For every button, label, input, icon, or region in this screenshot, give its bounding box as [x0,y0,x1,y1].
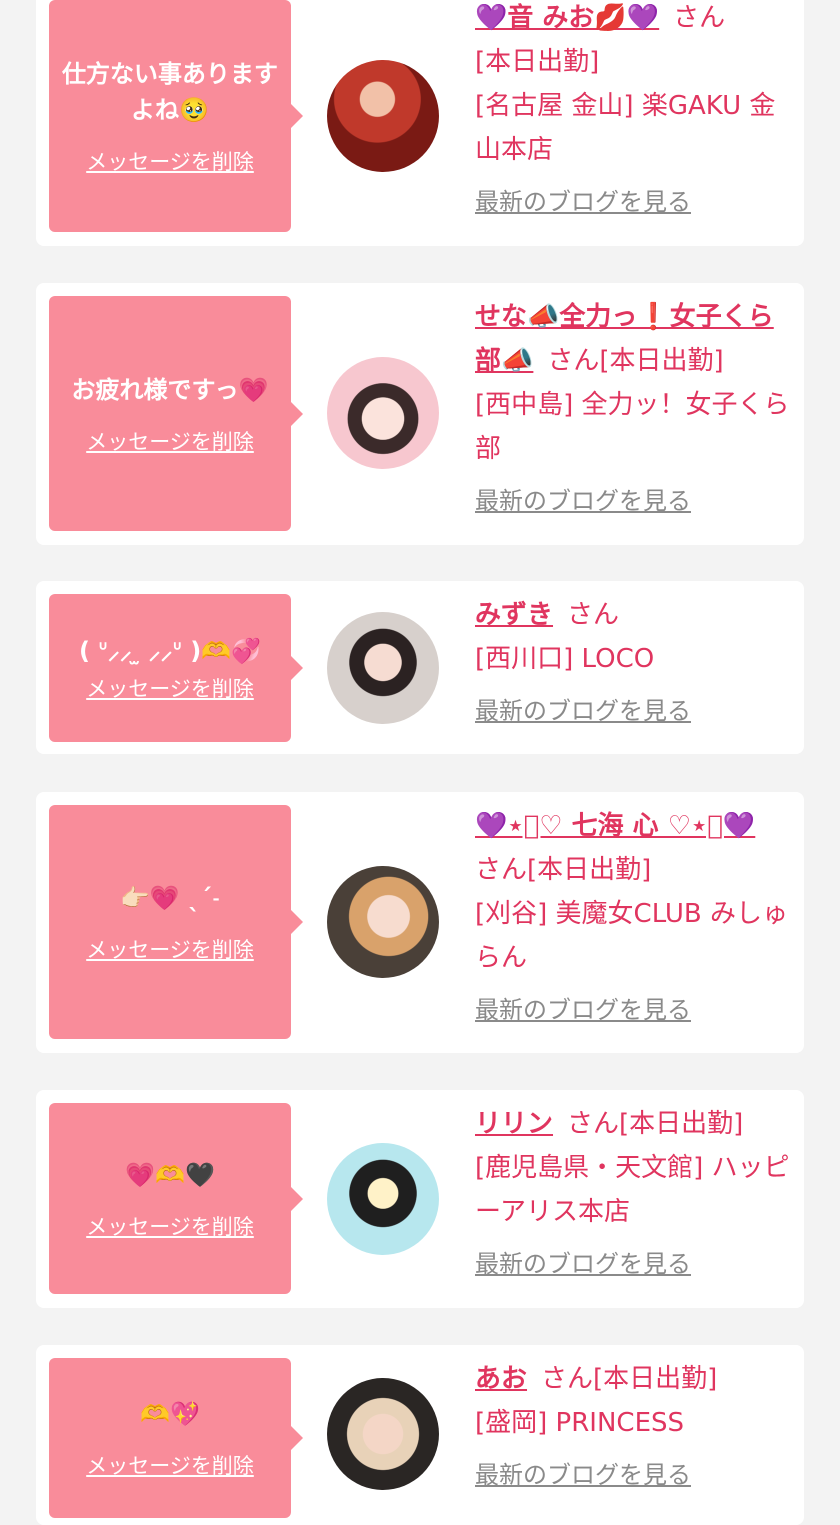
delete-message-link[interactable]: メッセージを削除 [86,1211,254,1241]
delete-message-link[interactable]: メッセージを削除 [86,1450,254,1480]
latest-blog-link[interactable]: 最新のブログを見る [475,693,795,729]
shop-text: [西川口] LOCO [475,644,655,674]
profile-info: 💜⋆͛♡ 七海 心 ♡⋆͛💜 さん[本日出勤] [刈谷] 美魔女CLUB みしゅ… [475,804,795,1028]
profile-name-link[interactable]: みずき [475,600,553,630]
message-card: 🫶💖 メッセージを削除 あお さん[本日出勤] [盛岡] PRINCESS 最新の… [36,1345,804,1525]
message-card: お疲れ様ですっ💗 メッセージを削除 せな📣全力っ❗️女子くら部📣 さん[本日出勤]… [36,283,804,545]
latest-blog-link[interactable]: 最新のブログを見る [475,1457,795,1493]
message-bubble: お疲れ様ですっ💗 メッセージを削除 [49,296,303,531]
profile-info: みずき さん [西川口] LOCO 最新のブログを見る [475,593,795,729]
shop-text: [盛岡] PRINCESS [475,1408,685,1438]
profile-name-link[interactable]: 💜⋆͛♡ 七海 心 ♡⋆͛💜 [475,811,755,841]
message-card: 💗🫶🖤 メッセージを削除 リリン さん[本日出勤] [鹿児島県・天文館] ハッピー… [36,1090,804,1308]
avatar[interactable] [327,1378,439,1490]
avatar[interactable] [327,866,439,978]
delete-message-link[interactable]: メッセージを削除 [86,146,254,176]
honorific: さん [541,1364,594,1394]
profile-info: あお さん[本日出勤] [盛岡] PRINCESS 最新のブログを見る [475,1357,795,1493]
profile-name-link[interactable]: 💜音 みお💋💜 [475,3,659,33]
latest-blog-link[interactable]: 最新のブログを見る [475,184,795,220]
latest-blog-link[interactable]: 最新のブログを見る [475,992,795,1028]
honorific: さん [567,600,620,630]
delete-message-link[interactable]: メッセージを削除 [86,934,254,964]
status-text: [本日出勤] [619,1109,744,1139]
avatar[interactable] [327,612,439,724]
avatar[interactable] [327,60,439,172]
message-text: ( ᐡ⸝⸝ ̫ ⸝⸝ᐡ )🫶💞 [78,637,262,665]
profile-info: せな📣全力っ❗️女子くら部📣 さん[本日出勤] [西中島] 全力ッ！女子くら部 最… [475,295,795,519]
shop-text: [西中島] 全力ッ！女子くら部 [475,390,790,464]
status-text: [本日出勤] [475,47,600,77]
message-text: お疲れ様ですっ💗 [71,375,269,404]
avatar[interactable] [327,1143,439,1255]
honorific: さん [673,3,726,33]
honorific: さん [475,855,528,885]
profile-name-link[interactable]: あお [475,1364,527,1394]
shop-text: [刈谷] 美魔女CLUB みしゅらん [475,899,789,973]
message-card: ( ᐡ⸝⸝ ̫ ⸝⸝ᐡ )🫶💞 メッセージを削除 みずき さん [西川口] LOC… [36,581,804,754]
message-bubble: 🫶💖 メッセージを削除 [49,1358,303,1518]
message-text: 仕方ない事ありますよね🥹 [62,60,278,124]
honorific: さん [567,1109,620,1139]
profile-info: 💜音 みお💋💜 さん [本日出勤] [名古屋 金山] 楽GAKU 金山本店 最新の… [475,0,795,220]
shop-text: [名古屋 金山] 楽GAKU 金山本店 [475,91,776,165]
message-text: 💗🫶🖤 [125,1160,215,1189]
status-text: [本日出勤] [593,1364,718,1394]
latest-blog-link[interactable]: 最新のブログを見る [475,1246,795,1282]
honorific: さん [547,346,600,376]
delete-message-link[interactable]: メッセージを削除 [86,673,254,703]
avatar[interactable] [327,357,439,469]
profile-info: リリン さん[本日出勤] [鹿児島県・天文館] ハッピーアリス本店 最新のブログを… [475,1102,795,1282]
message-text: 🫶💖 [140,1400,200,1428]
profile-name-link[interactable]: リリン [475,1109,553,1139]
delete-message-link[interactable]: メッセージを削除 [86,426,254,456]
message-bubble: 👉🏻💗 ˎˊ˗ メッセージを削除 [49,805,303,1039]
latest-blog-link[interactable]: 最新のブログを見る [475,483,795,519]
status-text: [本日出勤] [527,855,652,885]
message-bubble: 仕方ない事ありますよね🥹 メッセージを削除 [49,0,303,232]
message-card: 仕方ない事ありますよね🥹 メッセージを削除 💜音 みお💋💜 さん [本日出勤] [… [36,0,804,246]
message-text: 👉🏻💗 ˎˊ˗ [120,884,220,912]
message-bubble: 💗🫶🖤 メッセージを削除 [49,1103,303,1294]
message-bubble: ( ᐡ⸝⸝ ̫ ⸝⸝ᐡ )🫶💞 メッセージを削除 [49,594,303,742]
shop-text: [鹿児島県・天文館] ハッピーアリス本店 [475,1153,790,1227]
status-text: [本日出勤] [599,346,724,376]
message-card: 👉🏻💗 ˎˊ˗ メッセージを削除 💜⋆͛♡ 七海 心 ♡⋆͛💜 さん[本日出勤]… [36,792,804,1053]
